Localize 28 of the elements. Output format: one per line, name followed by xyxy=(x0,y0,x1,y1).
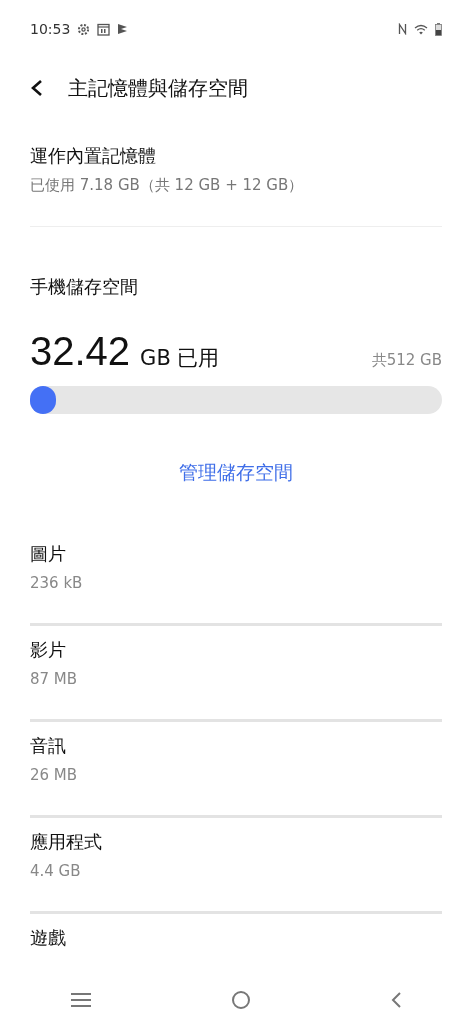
memory-usage: 已使用 7.18 GB（共 12 GB + 12 GB） xyxy=(30,176,305,195)
category-size: 236 kB xyxy=(30,574,84,592)
back-nav-button[interactable] xyxy=(390,991,403,1009)
wifi-icon xyxy=(414,23,428,35)
section-title: 手機儲存空間 xyxy=(30,275,139,299)
category-name[interactable]: 影片 xyxy=(30,638,442,662)
flag-icon xyxy=(117,23,129,35)
manage-storage-link[interactable]: 管理儲存空間 xyxy=(179,460,293,486)
used-amount: 32.42 xyxy=(30,329,131,374)
section-title: 運作內置記憶體 xyxy=(30,144,157,168)
category-name[interactable]: 音訊 xyxy=(30,734,442,758)
nfc-icon xyxy=(398,23,407,35)
status-time: 10:53 xyxy=(30,21,71,37)
category-size: 26 MB xyxy=(30,766,79,784)
used-unit: GB 已用 xyxy=(140,345,220,372)
page-title: 主記憶體與儲存空間 xyxy=(68,74,248,102)
gear-icon xyxy=(77,22,91,36)
home-button[interactable] xyxy=(231,990,251,1010)
category-name[interactable]: 應用程式 xyxy=(30,830,442,854)
category-size: 87 MB xyxy=(30,670,79,688)
menu-button[interactable] xyxy=(69,992,92,1008)
battery-icon xyxy=(435,22,442,36)
back-button[interactable] xyxy=(30,79,44,97)
category-name[interactable]: 遊戲 xyxy=(30,926,442,950)
total-capacity: 共512 GB xyxy=(371,351,442,370)
category-name[interactable]: 圖片 xyxy=(30,542,442,566)
category-size: 4.4 GB xyxy=(30,862,82,880)
calendar-icon xyxy=(97,22,111,36)
